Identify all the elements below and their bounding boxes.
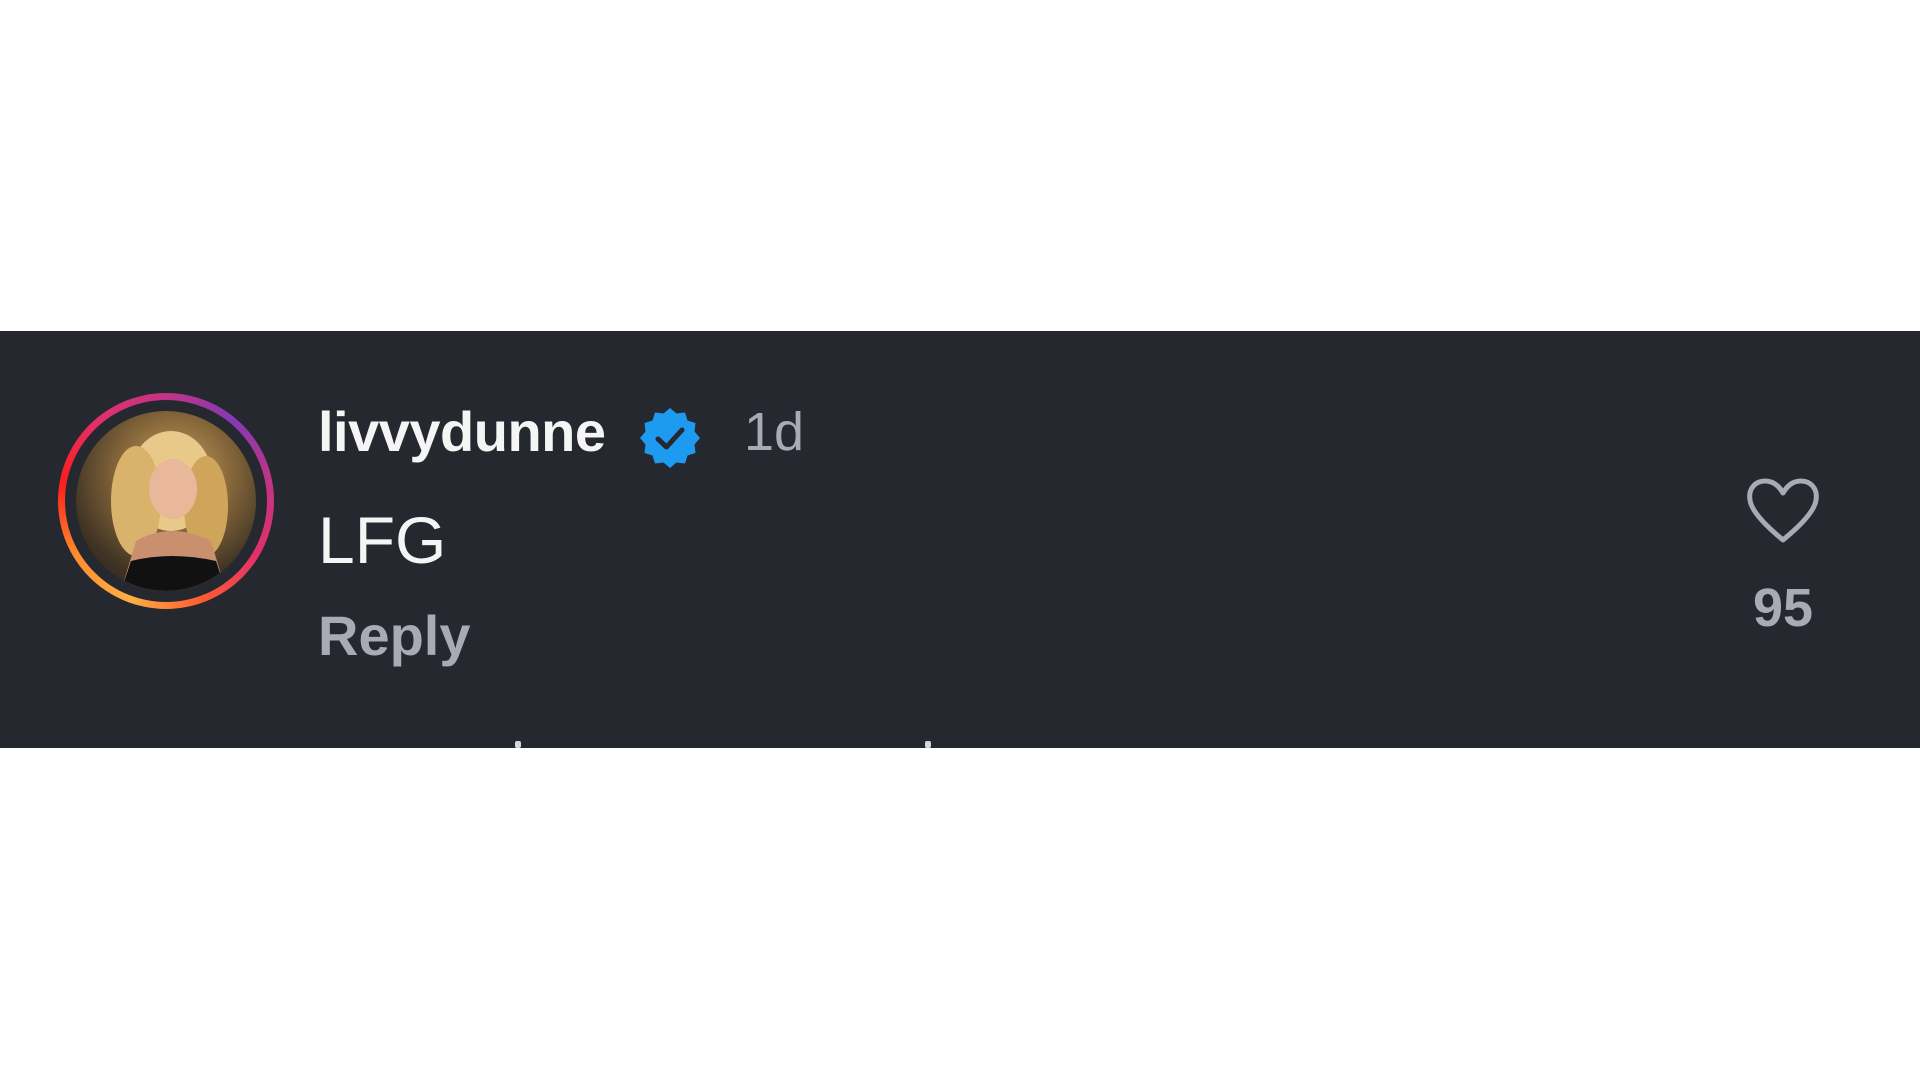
comment-text: LFG — [318, 503, 447, 577]
avatar[interactable] — [76, 411, 256, 591]
next-comment-clipped-text — [500, 741, 960, 748]
page: livvydunne 1d LFG Reply 95 — [0, 0, 1920, 1080]
verified-badge-icon — [640, 408, 700, 468]
heart-outline-icon[interactable] — [1744, 476, 1822, 546]
username[interactable]: livvydunne — [318, 404, 606, 460]
like-count: 95 — [1752, 578, 1814, 638]
reply-button[interactable]: Reply — [318, 608, 471, 664]
comment-timestamp: 1d — [744, 402, 805, 462]
clipped-glyph — [515, 741, 521, 748]
avatar-story-ring[interactable] — [58, 393, 274, 609]
clipped-glyph — [925, 741, 931, 748]
comment-row: livvydunne 1d LFG Reply 95 — [0, 331, 1920, 748]
avatar-image — [111, 431, 228, 591]
